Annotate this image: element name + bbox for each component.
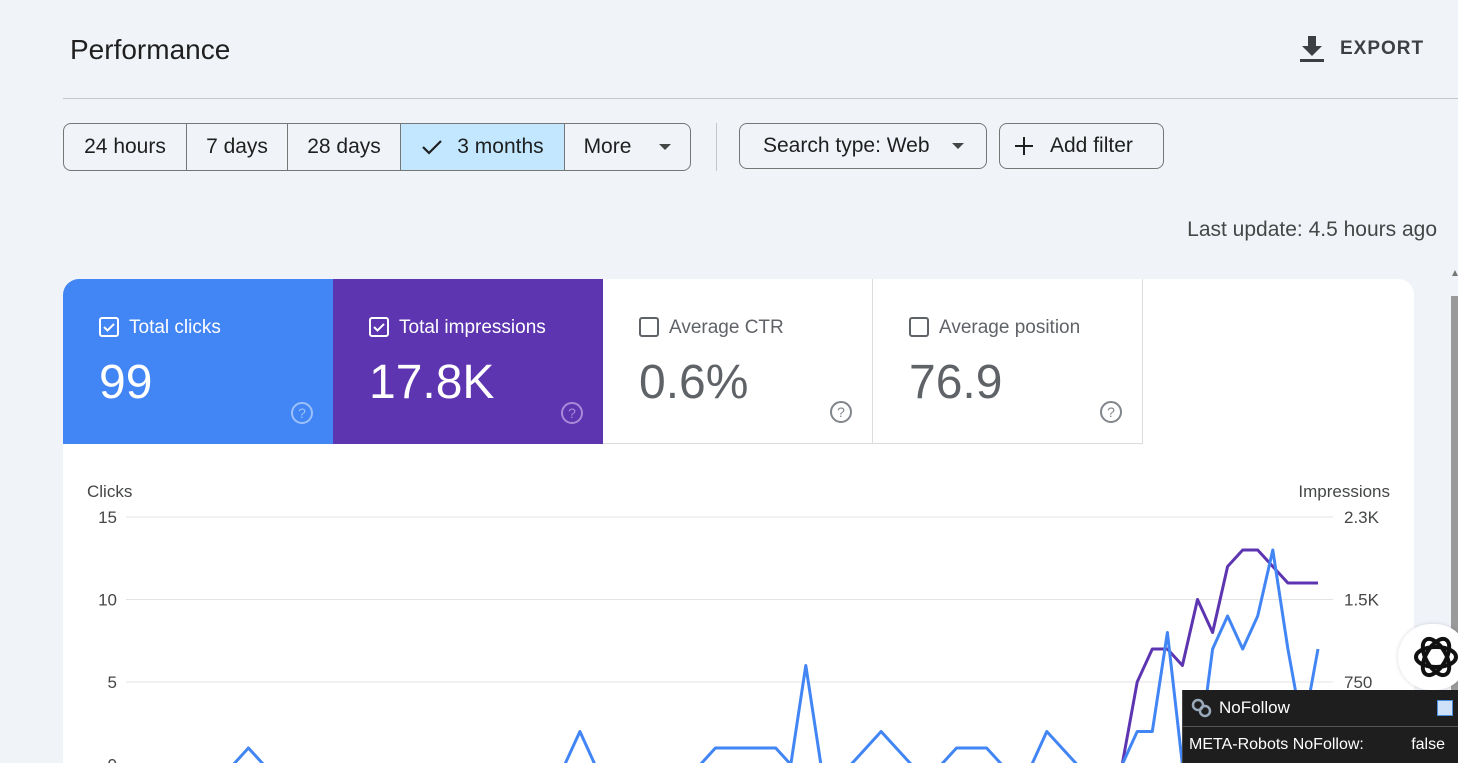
checkbox-unchecked-icon (909, 317, 929, 337)
range-label: 24 hours (84, 135, 166, 158)
help-icon[interactable]: ? (290, 401, 314, 425)
metric-value: 76.9 (909, 356, 1003, 409)
page-title: Performance (70, 34, 231, 65)
range-24-hours-button[interactable]: 24 hours (64, 124, 187, 170)
checkbox-unchecked-icon (639, 317, 659, 337)
metric-tile-total-impressions[interactable]: Total impressions 17.8K ? (333, 279, 603, 444)
y-axis-left-label: Clicks (87, 482, 132, 501)
range-3-months-button[interactable]: 3 months (401, 124, 565, 170)
svg-text:?: ? (568, 405, 576, 421)
checkbox-checked-icon (369, 317, 389, 337)
last-update-text: Last update: 4.5 hours ago (1187, 218, 1437, 241)
nofollow-header: NoFollow (1183, 690, 1458, 726)
y-tick-right: 1.5K (1344, 591, 1380, 610)
date-range-selector: 24 hours 7 days 28 days 3 months More (63, 123, 691, 171)
openai-extension-icon[interactable] (1398, 624, 1458, 690)
check-icon (422, 140, 443, 155)
range-label: 3 months (457, 135, 544, 158)
metric-tile-average-ctr[interactable]: Average CTR 0.6% ? (603, 279, 873, 444)
export-label: EXPORT (1340, 38, 1425, 59)
metric-value: 17.8K (369, 356, 495, 409)
y-tick-left: 15 (98, 508, 117, 527)
nofollow-row-value: false (1411, 736, 1445, 753)
range-28-days-button[interactable]: 28 days (288, 124, 401, 170)
range-label: 7 days (206, 135, 268, 158)
nofollow-row: META-Robots NoFollow: false (1183, 726, 1458, 763)
link-icon (1191, 698, 1212, 718)
svg-text:?: ? (1107, 404, 1115, 420)
metric-label: Average position (939, 317, 1081, 338)
search-type-dropdown[interactable]: Search type: Web (739, 123, 987, 169)
minimize-icon[interactable] (1437, 700, 1453, 716)
metric-tile-average-position[interactable]: Average position 76.9 ? (873, 279, 1143, 444)
range-7-days-button[interactable]: 7 days (187, 124, 288, 170)
series-line-clicks (143, 548, 1320, 763)
help-icon[interactable]: ? (560, 401, 584, 425)
metric-value: 99 (99, 356, 153, 409)
add-filter-button[interactable]: Add filter (999, 123, 1164, 169)
search-type-label: Search type: Web (763, 134, 930, 157)
help-icon[interactable]: ? (1099, 400, 1123, 424)
y-tick-left: 10 (98, 591, 117, 610)
y-axis-right-label: Impressions (1298, 482, 1390, 501)
openai-logo-icon (1414, 636, 1458, 678)
metric-label: Total impressions (399, 317, 546, 338)
nofollow-extension-panel: NoFollow META-Robots NoFollow: false (1182, 690, 1458, 763)
svg-text:?: ? (837, 404, 845, 420)
header-divider (63, 98, 1458, 99)
metric-label: Total clicks (129, 317, 221, 338)
toolbar-separator (716, 123, 717, 171)
range-label: More (583, 135, 632, 158)
metric-value: 0.6% (639, 356, 749, 409)
nofollow-title: NoFollow (1219, 698, 1290, 717)
nofollow-row-label: META-Robots NoFollow: (1189, 736, 1364, 753)
export-button[interactable]: EXPORT (1298, 34, 1424, 64)
range-more-button[interactable]: More (565, 124, 690, 170)
metric-label: Average CTR (669, 317, 784, 338)
range-label: 28 days (307, 135, 381, 158)
metric-tile-total-clicks[interactable]: Total clicks 99 ? (63, 279, 333, 444)
plus-icon (1015, 137, 1033, 155)
checkbox-checked-icon (99, 317, 119, 337)
help-icon[interactable]: ? (829, 400, 853, 424)
chevron-down-icon (659, 144, 672, 150)
download-icon (1300, 36, 1324, 62)
svg-text:?: ? (298, 405, 306, 421)
y-tick-left: 5 (108, 673, 117, 692)
add-filter-label: Add filter (1050, 134, 1133, 157)
y-tick-right: 2.3K (1344, 508, 1380, 527)
chevron-down-icon (951, 143, 964, 149)
y-tick-left: 0 (108, 756, 117, 763)
